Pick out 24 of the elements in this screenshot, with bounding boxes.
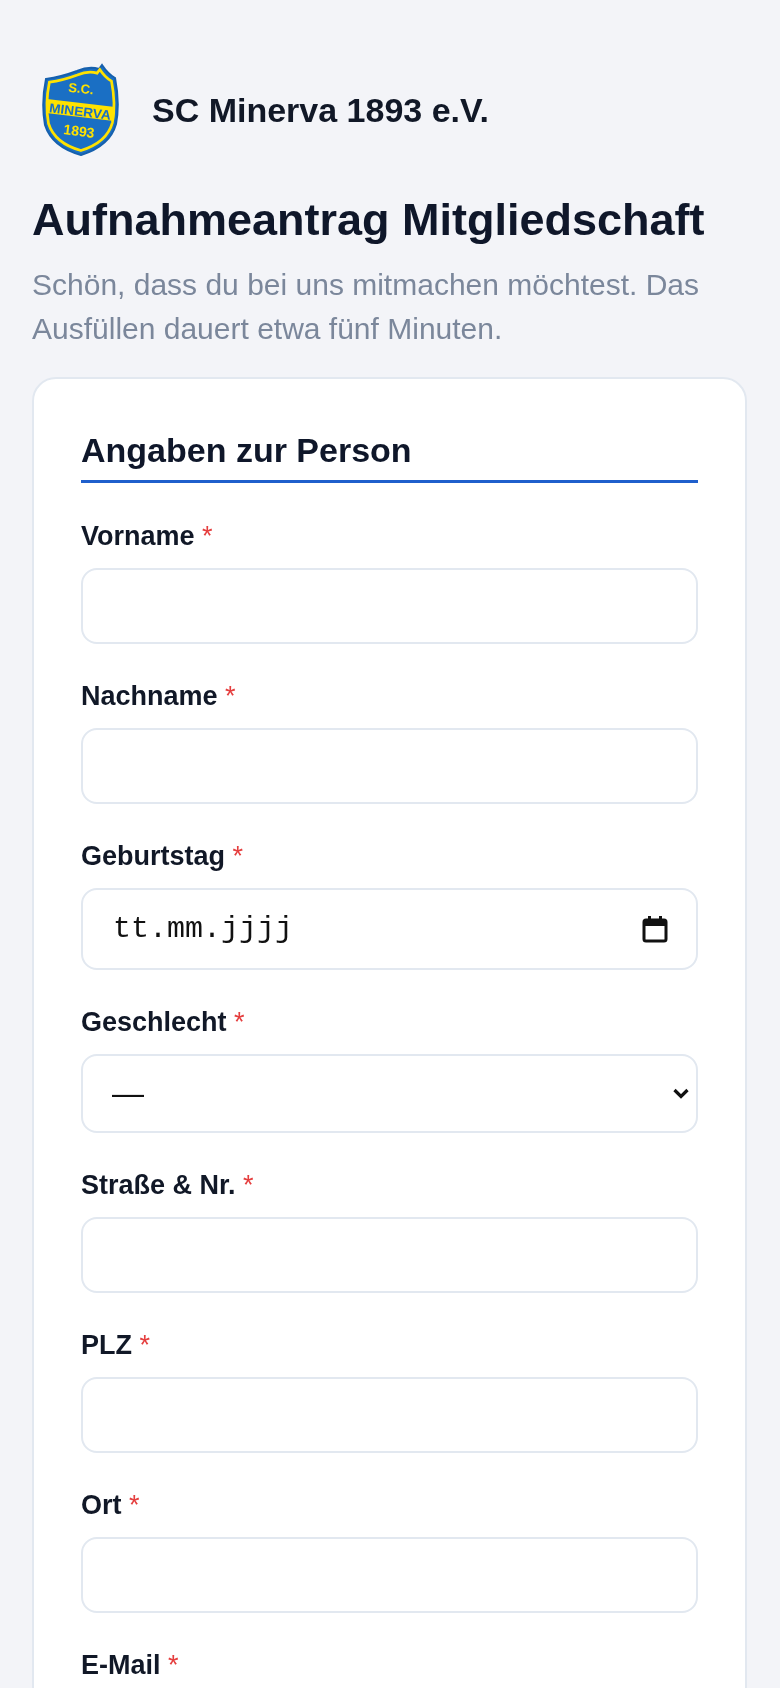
chevron-down-icon [673,1088,689,1099]
field-label: Nachname * [81,682,236,711]
input-field[interactable] [81,1217,698,1293]
date-field[interactable]: tt.mm.jjjj [81,888,698,970]
field-label: Geburtstag * [81,842,244,871]
field-label: PLZ * [81,1331,151,1360]
intro-text: Schön, dass du bei uns mitmachen möchtest. Das Ausfüllen dauert etwa fünf Minuten. [32,267,700,347]
field-label: Vorname * [81,522,213,551]
input-field[interactable] [81,568,698,644]
calendar-icon[interactable] [642,915,668,943]
club-name: SC Minerva 1893 e.V. [152,90,490,130]
logo-text: S.C. [67,79,95,98]
logo-text: MINERVA [48,100,109,123]
input-field[interactable] [81,728,698,804]
input-field[interactable] [81,1377,698,1453]
field-label: E-Mail * [81,1651,179,1680]
input-field[interactable] [81,1537,698,1613]
section-heading: Angaben zur Person [81,431,698,483]
field-label: Geschlecht * [81,1008,245,1037]
select-field[interactable]: — [81,1054,698,1133]
logo-text: 1893 [62,121,96,141]
page-title: Aufnahmeantrag Mitgliedschaft [32,195,706,245]
field-label: Straße & Nr. * [81,1171,254,1200]
field-label: Ort * [81,1491,140,1520]
